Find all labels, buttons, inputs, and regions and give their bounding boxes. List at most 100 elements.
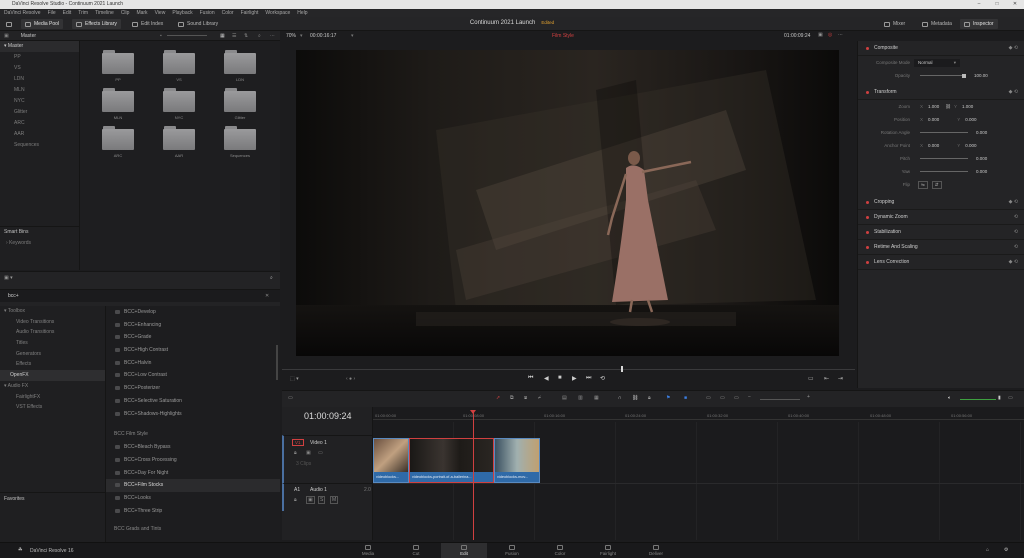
replace-clip-icon[interactable]: ▦ — [594, 395, 599, 401]
folder-thumbnail[interactable]: NYC — [162, 88, 196, 120]
home-icon[interactable]: ⌂ — [986, 547, 989, 553]
link-icon[interactable]: ⛓ — [945, 104, 951, 110]
rotation-value[interactable]: 0.000 — [976, 130, 987, 135]
page-edit[interactable]: Edit — [441, 543, 487, 558]
chevron-down-icon[interactable]: ▾ — [300, 33, 303, 39]
timeline-playhead[interactable] — [473, 410, 474, 540]
effects-panel-toggle-icon[interactable]: ▣ ▾ — [4, 275, 13, 281]
menu-trim[interactable]: Trim — [78, 10, 88, 16]
viewer-mode-icon[interactable]: ▣ — [818, 32, 823, 38]
section-transform[interactable]: Transform ◆ ⟲ — [858, 85, 1024, 100]
zoom-full-icon[interactable]: ▭ — [706, 395, 711, 401]
solo-button[interactable]: S — [318, 496, 326, 504]
menu-davinci[interactable]: DaVinci Resolve — [4, 10, 41, 16]
page-color[interactable]: Color — [537, 543, 583, 558]
cinema-mode-icon[interactable]: ▭ — [808, 375, 814, 382]
match-frame-icon[interactable]: ⬚ ▾ — [290, 376, 299, 382]
metadata-button[interactable]: Metadata — [918, 19, 956, 29]
zoom-custom-icon[interactable]: ▭ — [734, 395, 739, 401]
flag-icon[interactable]: ⚑ — [666, 395, 670, 401]
folder-thumbnail[interactable]: Glitter — [223, 88, 257, 120]
play-reverse-button[interactable]: ◀ — [544, 375, 549, 382]
thumb-size-slider[interactable] — [167, 35, 207, 36]
reset-icon[interactable]: ◆ ⟲ — [1009, 199, 1018, 205]
opacity-slider[interactable] — [920, 75, 964, 76]
mute-button[interactable]: M — [330, 496, 339, 504]
section-dynamic-zoom[interactable]: Dynamic Zoom ⟲ — [858, 210, 1024, 225]
tree-item-video-transitions[interactable]: Video Transitions — [0, 317, 105, 328]
effect-item[interactable]: BCC+Halvin — [106, 357, 280, 370]
section-retime-scaling[interactable]: Retime And Scaling ⟲ — [858, 240, 1024, 255]
zoom-y-value[interactable]: 1.000 — [962, 104, 973, 109]
bin-item[interactable]: Glitter — [0, 107, 79, 118]
prev-clip-icon[interactable]: ⇤ — [824, 375, 829, 382]
meter-icon[interactable]: ▭ — [1008, 395, 1013, 401]
bin-item[interactable]: LDN — [0, 74, 79, 85]
viewer-more-icon[interactable]: ⋯ — [838, 32, 843, 38]
composite-mode-select[interactable]: Normal ▾ — [914, 58, 960, 67]
video-viewer[interactable] — [296, 50, 839, 356]
playhead-handle[interactable] — [470, 410, 476, 414]
track-id[interactable]: A1 — [294, 487, 300, 493]
bin-item[interactable]: NYC — [0, 96, 79, 107]
effect-item[interactable]: BCC+Cross Processing — [106, 454, 280, 467]
zoom-detail-icon[interactable]: ▭ — [720, 395, 725, 401]
close-button[interactable]: ✕ — [1006, 0, 1024, 9]
track-id[interactable]: V1 — [292, 439, 304, 446]
zoom-x-value[interactable]: 1.000 — [928, 104, 939, 109]
effect-item[interactable]: BCC+Posterizer — [106, 382, 280, 395]
effect-item[interactable]: BCC+Shadows-Highlights — [106, 408, 280, 421]
effect-item[interactable]: BCC+Looks — [106, 492, 280, 505]
video-track-header[interactable]: V1 Video 1 🔒︎ ▣ ▭ 3 Clips — [282, 435, 372, 483]
tree-item-audio-fx[interactable]: ▾ Audio FX — [0, 381, 105, 392]
folder-thumbnail[interactable]: MLN — [101, 88, 135, 120]
menu-help[interactable]: Help — [297, 10, 307, 16]
bin-item[interactable]: VS — [0, 63, 79, 74]
search-icon[interactable]: ⌕ — [270, 275, 273, 281]
disable-track-icon[interactable]: ▭ — [318, 450, 323, 456]
section-enabled-dot[interactable] — [866, 215, 869, 219]
menu-workspace[interactable]: Workspace — [265, 10, 290, 16]
timeline-view-options-icon[interactable]: ▭ — [288, 395, 293, 401]
panel-toggle-icon[interactable]: ▣ — [4, 33, 9, 39]
reset-icon[interactable]: ◆ ⟲ — [1009, 89, 1018, 95]
section-lens-correction[interactable]: Lens Correction ◆ ⟲ — [858, 255, 1024, 270]
clear-search-icon[interactable]: ✕ — [265, 293, 269, 299]
gear-icon[interactable]: ⚙ — [1004, 547, 1008, 553]
trim-tool-icon[interactable]: ⧉ — [510, 395, 514, 401]
section-enabled-dot[interactable] — [866, 245, 869, 249]
auto-select-icon[interactable]: ▣ — [306, 496, 315, 504]
page-fairlight[interactable]: Fairlight — [585, 543, 631, 558]
stop-button[interactable]: ■ — [558, 375, 562, 381]
rotation-slider[interactable] — [920, 132, 968, 133]
menu-fusion[interactable]: Fusion — [200, 10, 215, 16]
timeline-clip[interactable]: videoblocks... — [373, 438, 409, 483]
track-name[interactable]: Video 1 — [310, 440, 327, 446]
effects-scrollbar[interactable] — [276, 345, 278, 380]
section-enabled-dot[interactable] — [866, 90, 869, 94]
section-enabled-dot[interactable] — [866, 260, 869, 264]
linked-selection-icon[interactable]: ⛓ — [632, 395, 638, 401]
mixer-button[interactable]: Mixer — [880, 19, 909, 29]
timeline-clip[interactable]: videoblocks-mov... — [494, 438, 540, 483]
anchor-y-value[interactable]: 0.000 — [965, 143, 976, 148]
snapping-icon[interactable]: ∩ — [618, 395, 622, 401]
tree-item-audio-transitions[interactable]: Audio Transitions — [0, 327, 105, 338]
opacity-value[interactable]: 100.00 — [974, 73, 988, 78]
pitch-value[interactable]: 0.000 — [976, 156, 987, 161]
menu-file[interactable]: File — [48, 10, 56, 16]
sort-options-icon[interactable]: ⇅ — [244, 33, 248, 39]
flip-horizontal-icon[interactable]: ⇋ — [918, 180, 928, 189]
reset-icon[interactable]: ◆ ⟲ — [1009, 259, 1018, 265]
search-icon[interactable]: ⌕ — [258, 33, 261, 39]
effect-item-selected[interactable]: BCC+Film Stocks — [106, 479, 280, 492]
timeline-timecode[interactable]: 01:00:09:24 — [304, 411, 352, 421]
effect-item[interactable]: BCC+Enhancing — [106, 319, 280, 332]
tree-item-effects[interactable]: Effects — [0, 359, 105, 370]
effect-item[interactable]: BCC+Develop — [106, 306, 280, 319]
effect-item[interactable]: BCC+Selective Saturation — [106, 395, 280, 408]
jog-control[interactable]: ‹ ● › — [346, 376, 355, 382]
menu-timeline[interactable]: Timeline — [95, 10, 114, 16]
minimize-button[interactable]: – — [970, 0, 988, 9]
blade-tool-icon[interactable]: ⌿ — [538, 395, 541, 401]
